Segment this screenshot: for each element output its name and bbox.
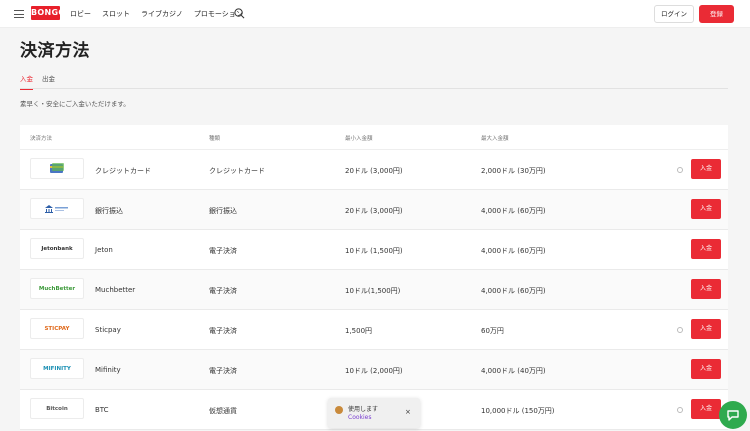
method-type: 電子決済: [209, 367, 237, 375]
payment-logo-text: MuchBetter: [38, 285, 76, 292]
menu-icon[interactable]: [14, 10, 24, 18]
table-row: STICPAY Sticpay 電子決済 1,500円 60万円 入金: [20, 310, 728, 350]
chat-button[interactable]: [719, 401, 747, 429]
tabs-divider: [20, 88, 728, 89]
info-icon[interactable]: [677, 167, 683, 173]
table-row: 銀行振込 銀行振込 20ドル (3,000円) 4,000ドル (60万円) 入金: [20, 190, 728, 230]
header-max: 最大入金額: [481, 136, 509, 142]
cookie-banner: 使用します Cookies ×: [328, 398, 420, 428]
cookie-icon: [335, 406, 343, 414]
min-deposit: 10ドル (2,000円): [345, 367, 403, 375]
max-deposit: 4,000ドル (60万円): [481, 207, 546, 215]
login-button[interactable]: ログイン: [654, 5, 694, 23]
payment-logo: Bitcoin: [30, 398, 84, 419]
payment-logo-text: Jetonbank: [41, 245, 73, 252]
deposit-button[interactable]: 入金: [691, 159, 721, 179]
payment-logo: STICPAY: [30, 318, 84, 339]
min-deposit: 20ドル (3,000円): [345, 207, 403, 215]
payment-logo: MIFINITY: [30, 358, 84, 379]
deposit-button[interactable]: 入金: [691, 399, 721, 419]
info-icon[interactable]: [677, 327, 683, 333]
nav-lobby[interactable]: ロビー: [70, 9, 91, 19]
register-button[interactable]: 登録: [699, 5, 734, 23]
payment-logo: Jetonbank: [30, 238, 84, 259]
card-icon: [50, 163, 64, 173]
site-logo[interactable]: BONGO!: [31, 6, 69, 20]
bank-icon: [45, 204, 68, 213]
deposit-button[interactable]: 入金: [691, 279, 721, 299]
min-deposit: 1,500円: [345, 327, 373, 335]
max-deposit: 4,000ドル (60万円): [481, 247, 546, 255]
method-name: Muchbetter: [95, 286, 136, 294]
table-row: MuchBetter Muchbetter 電子決済 10ドル(1,500円) 4,00…: [20, 270, 728, 310]
method-type: 仮想通貨: [209, 407, 237, 415]
table-row: MIFINITY Mifinity 電子決済 10ドル (2,000円) 4,000ドル…: [20, 350, 728, 390]
cookie-link[interactable]: Cookies: [348, 414, 372, 421]
method-name: BTC: [95, 406, 109, 414]
method-type: 電子決済: [209, 287, 237, 295]
site-header: BONGO! ロビー スロット ライブカジノ プロモーション ログイン 登録: [0, 0, 750, 28]
header-method: 決済方法: [30, 136, 53, 142]
deposit-button[interactable]: 入金: [691, 319, 721, 339]
header-type: 種類: [209, 136, 221, 142]
info-icon[interactable]: [677, 407, 683, 413]
method-name: 銀行振込: [95, 207, 123, 215]
main-nav: ロビー スロット ライブカジノ プロモーション: [70, 9, 254, 19]
cookie-text: 使用します: [348, 406, 379, 413]
deposit-button[interactable]: 入金: [691, 239, 721, 259]
payment-logo-text: MIFINITY: [43, 365, 71, 372]
page-title: 決済方法: [20, 41, 90, 61]
payment-logo: [30, 198, 84, 219]
max-deposit: 10,000ドル (150万円): [481, 407, 555, 415]
search-icon[interactable]: [234, 8, 245, 19]
min-deposit: 20ドル (3,000円): [345, 167, 403, 175]
max-deposit: 2,000ドル (30万円): [481, 167, 546, 175]
close-icon[interactable]: ×: [405, 408, 411, 416]
method-name: Sticpay: [95, 326, 121, 334]
header-min: 最小入金額: [345, 136, 373, 142]
max-deposit: 4,000ドル (60万円): [481, 287, 546, 295]
table-header: 決済方法 種類 最小入金額 最大入金額: [20, 125, 728, 150]
payment-logo-text: Bitcoin: [46, 405, 68, 412]
method-type: 電子決済: [209, 247, 237, 255]
deposit-button[interactable]: 入金: [691, 359, 721, 379]
method-type: 電子決済: [209, 327, 237, 335]
method-name: クレジットカード: [95, 167, 151, 175]
page-subtitle: 素早く・安全にご入金いただけます。: [20, 100, 130, 108]
method-type: クレジットカード: [209, 167, 265, 175]
method-type: 銀行振込: [209, 207, 237, 215]
method-name: Mifinity: [95, 366, 121, 374]
max-deposit: 60万円: [481, 327, 504, 335]
table-row: クレジットカード クレジットカード 20ドル (3,000円) 2,000ドル (30…: [20, 150, 728, 190]
payment-logo: MuchBetter: [30, 278, 84, 299]
nav-live-casino[interactable]: ライブカジノ: [141, 9, 183, 19]
method-name: Jeton: [95, 246, 113, 254]
payment-table: 決済方法 種類 最小入金額 最大入金額 クレジットカード クレジットカード 20ドル…: [20, 125, 728, 430]
payment-logo: [30, 158, 84, 179]
table-row: Jetonbank Jeton 電子決済 10ドル (1,500円) 4,000ドル (…: [20, 230, 728, 270]
min-deposit: 10ドル(1,500円): [345, 287, 401, 295]
nav-slots[interactable]: スロット: [102, 9, 130, 19]
max-deposit: 4,000ドル (40万円): [481, 367, 546, 375]
deposit-button[interactable]: 入金: [691, 199, 721, 219]
min-deposit: 10ドル (1,500円): [345, 247, 403, 255]
chat-icon: [727, 410, 739, 421]
payment-logo-text: STICPAY: [44, 325, 70, 332]
